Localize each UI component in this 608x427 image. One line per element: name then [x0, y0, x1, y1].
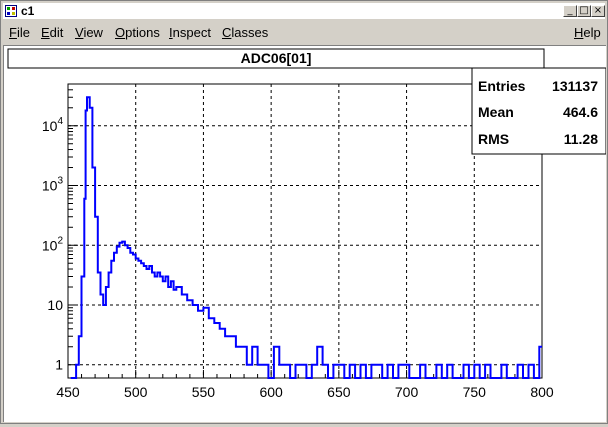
- menu-help[interactable]: Help: [574, 25, 601, 40]
- x-tick-label: 650: [327, 384, 351, 400]
- menu-edit-rest: dit: [49, 25, 64, 40]
- close-icon[interactable]: ×: [591, 5, 605, 17]
- x-tick-label: 600: [259, 384, 283, 400]
- menu-inspect[interactable]: Inspect: [169, 25, 211, 40]
- root-canvas-window: c1 _ □ × File Edit View Options Inspect …: [0, 0, 608, 424]
- x-tick-label: 700: [395, 384, 419, 400]
- menu-options[interactable]: Options: [115, 25, 160, 40]
- menu-edit[interactable]: Edit: [41, 25, 63, 40]
- histogram-series-line: [70, 96, 542, 379]
- x-tick-label: 750: [463, 384, 487, 400]
- plot-frame: [67, 83, 543, 379]
- menu-classes-rest: lasses: [231, 25, 269, 40]
- stats-mean-value: 464.6: [563, 104, 598, 120]
- menu-file-rest: ile: [16, 25, 30, 40]
- menu-classes-accel: C: [222, 25, 232, 40]
- histogram-title: ADC06[01]: [241, 50, 312, 66]
- y-axis: 1 10 102 103 104: [42, 83, 78, 373]
- menu-view-rest: iew: [83, 25, 103, 40]
- maximize-icon[interactable]: □: [577, 5, 591, 17]
- stats-entries-label: Entries: [478, 78, 526, 94]
- menu-view[interactable]: View: [75, 25, 103, 40]
- x-tick-label: 550: [192, 384, 216, 400]
- x-tick-label: 500: [124, 384, 148, 400]
- menu-file-accel: F: [9, 25, 17, 40]
- x-tick-label: 800: [530, 384, 554, 400]
- menu-help-accel: H: [574, 25, 584, 40]
- menu-file[interactable]: File: [9, 25, 30, 40]
- x-tick-label: 450: [56, 384, 80, 400]
- title-bar[interactable]: c1 _ □ ×: [3, 3, 605, 19]
- y-tick-exponent: 4: [57, 116, 63, 127]
- app-icon: [5, 5, 17, 17]
- menu-classes[interactable]: Classes: [222, 25, 268, 40]
- y-tick-label: 10: [47, 297, 63, 313]
- y-tick-label: 104: [42, 116, 64, 134]
- minimize-icon[interactable]: _: [563, 5, 577, 17]
- histogram-canvas[interactable]: ADC06[01] 1 10 102 103 104 450 500 550 600 650 70…: [3, 45, 607, 422]
- menu-options-rest: ptions: [125, 25, 160, 40]
- y-tick-exponent: 2: [57, 235, 63, 246]
- menu-inspect-rest: nspect: [172, 25, 211, 40]
- menu-bar: File Edit View Options Inspect Classes H…: [3, 21, 605, 43]
- menu-help-rest: elp: [583, 25, 601, 40]
- grid: [68, 84, 542, 378]
- histogram-plot[interactable]: ADC06[01] 1 10 102 103 104 450 500 550 600 650 70…: [4, 46, 607, 422]
- y-tick-label: 1: [55, 357, 63, 373]
- stats-entries-value: 131137: [552, 78, 598, 94]
- y-tick-label: 103: [42, 176, 64, 194]
- y-tick-label: 102: [42, 235, 64, 253]
- y-tick-exponent: 3: [57, 176, 63, 187]
- menu-options-accel: O: [115, 25, 126, 40]
- stats-rms-value: 11.28: [564, 131, 598, 147]
- menu-edit-accel: E: [41, 25, 50, 40]
- stats-mean-label: Mean: [478, 104, 514, 120]
- window-title: c1: [21, 4, 35, 18]
- stats-rms-label: RMS: [478, 131, 509, 147]
- stats-box[interactable]: Entries 131137 Mean 464.6 RMS 11.28: [471, 67, 607, 155]
